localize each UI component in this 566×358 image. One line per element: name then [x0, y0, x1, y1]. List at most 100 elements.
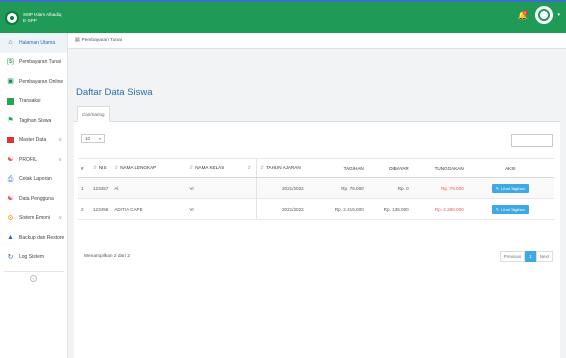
- table-header-row: # ⇵ NIS ⇵ NAMA LENGKAP ⇵ NAMA KELAS ⇵ ⇵ TAHU…: [78, 158, 554, 178]
- student-table: # ⇵ NIS ⇵ NAMA LENGKAP ⇵ NAMA KELAS ⇵ ⇵ TAHU…: [78, 158, 554, 220]
- page-length-value: 10: [85, 136, 91, 141]
- col-kelas-label: NAMA KELAS: [195, 165, 225, 170]
- sidebar-item-label: Sistem Emoni: [19, 215, 50, 222]
- sidebar-item-label: Tagihan Siswa: [19, 117, 52, 124]
- col-tahun[interactable]: ⇵ TAHUN AJARAN: [256, 158, 307, 178]
- col-nama-label: NAMA LENGKAP: [120, 165, 157, 170]
- sidebar-item-backup-restore[interactable]: ▲ Backup dan Restore: [0, 228, 67, 248]
- page-length-select[interactable]: 10 ▾: [81, 134, 105, 143]
- table-panel: 10 ▾ # ⇵ NIS ⇵ NAMA LENGKAP ⇵ NAMA KELAS ⇵ …: [74, 122, 560, 358]
- sidebar-item-pembayaran-online[interactable]: ▣ Pembayaran Online ∨: [0, 72, 67, 92]
- sidebar-item-tagihan-siswa[interactable]: ⚑ Tagihan Siswa: [0, 111, 67, 131]
- cell-tunggakan: Rp. 2.280.000: [411, 198, 467, 220]
- school-logo: [5, 10, 19, 25]
- col-kelas[interactable]: ⇵ NAMA KELAS: [186, 158, 245, 178]
- breadcrumb: ▤ Pembayaran Tunai: [68, 33, 566, 49]
- cell-extra: [244, 198, 257, 220]
- cell-tagihan: Rp. 2.415.000: [306, 198, 367, 220]
- sidebar-item-log-sistem[interactable]: ↻ Log Sistem: [0, 248, 67, 268]
- folder-icon: [7, 137, 14, 144]
- home-icon: ⌂: [8, 39, 13, 47]
- cell-kelas: VI: [186, 198, 245, 220]
- previous-page-button[interactable]: Previous: [499, 251, 526, 262]
- lihat-tagihan-button[interactable]: Lihat Tagihan: [491, 204, 529, 214]
- next-page-button[interactable]: Next: [535, 251, 553, 262]
- sidebar-item-label: Master Data: [19, 137, 47, 144]
- cell-no: 1: [78, 177, 90, 199]
- sidebar-item-label: Data Pengguna: [19, 195, 54, 202]
- col-tunggakan[interactable]: TUNGGAKAN: [411, 158, 467, 178]
- chevron-down-icon: ∨: [58, 156, 62, 163]
- col-aksi: AKSI: [466, 158, 554, 178]
- sidebar-item-pembayaran-tunai[interactable]: [$] Pembayaran Tunai: [0, 53, 67, 73]
- pagination: Previous 1 Next: [499, 251, 553, 262]
- brand-subtitle: E-SPP: [23, 17, 37, 23]
- col-no[interactable]: #: [78, 158, 90, 178]
- notification-bell-icon[interactable]: 🔔 0: [518, 9, 528, 20]
- cell-nis: 123456: [90, 198, 112, 220]
- table-row: 1 123457 Al VI 2021/2022 Rp. 75.000 Rp. …: [78, 177, 554, 199]
- brand-text: SMP Islam Albadiq E-SPP: [23, 12, 61, 24]
- cash-icon: [$]: [7, 58, 14, 65]
- sidebar-item-label: Backup dan Restore: [19, 234, 65, 241]
- cell-nama: ADITIA CAPE: [111, 198, 187, 220]
- lihat-tagihan-button[interactable]: Lihat Tagihan: [491, 183, 529, 193]
- sidebar-item-master-data[interactable]: Master Data ∨: [0, 131, 67, 151]
- table-info: Menampilkan 2 dari 2: [84, 254, 130, 259]
- cell-extra: [244, 177, 257, 199]
- breadcrumb-item[interactable]: Pembayaran Tunai: [82, 38, 122, 43]
- users-icon: ☯: [7, 195, 14, 203]
- sidebar-item-label: Transaksi: [19, 98, 41, 105]
- page-title: Daftar Data Siswa: [76, 87, 153, 98]
- cell-no: 2: [78, 198, 90, 220]
- sidebar-item-halaman-utama[interactable]: ⌂ Halaman Utama: [0, 33, 67, 53]
- user-menu-caret-icon[interactable]: ▾: [557, 12, 560, 18]
- cell-dibayar: Rp. 135.000: [366, 198, 412, 220]
- gear-icon: ⚙: [7, 214, 14, 222]
- sidebar-item-label: Pembayaran Tunai: [19, 59, 61, 66]
- cell-tunggakan: Rp. 75.000: [411, 177, 467, 199]
- chevron-down-icon: ∨: [58, 137, 62, 144]
- page-1-button[interactable]: 1: [525, 251, 536, 262]
- col-tagihan[interactable]: TAGIHAN: [306, 158, 367, 178]
- tag-icon: ⚑: [7, 117, 14, 125]
- sidebar-item-sistem-emoni[interactable]: ⚙ Sistem Emoni ∨: [0, 209, 67, 229]
- user-avatar[interactable]: [535, 6, 554, 24]
- sidebar: ⌂ Halaman Utama [$] Pembayaran Tunai ▣ P…: [0, 33, 68, 358]
- tab-bar: Cari/Saring: [74, 105, 560, 122]
- col-tahun-label: TAHUN AJARAN: [266, 165, 301, 170]
- col-extra[interactable]: ⇵: [244, 158, 257, 178]
- tab-cari-saring[interactable]: Cari/Saring: [77, 106, 110, 122]
- cell-aksi: Lihat Tagihan: [466, 198, 554, 220]
- sidebar-item-profil[interactable]: ☯ PROFIL ∨: [0, 150, 67, 170]
- chevron-down-icon: ▾: [98, 136, 101, 141]
- history-icon: ↻: [7, 253, 14, 261]
- cell-dibayar: Rp. 0: [366, 177, 412, 199]
- col-nis[interactable]: ⇵ NIS: [90, 158, 112, 178]
- main-content: Daftar Data Siswa Cari/Saring 10 ▾ # ⇵ NI…: [68, 49, 566, 358]
- sidebar-item-label: Log Sistem: [19, 254, 45, 261]
- sidebar-item-cetak-laporan[interactable]: ⎙ Cetak Laporan: [0, 170, 67, 190]
- cell-nama: Al: [111, 177, 187, 199]
- navbar-right: 🔔 0 ▾: [518, 6, 560, 24]
- book-icon: [7, 97, 14, 105]
- col-nama[interactable]: ⇵ NAMA LENGKAP: [111, 158, 187, 178]
- cell-kelas: VI: [186, 177, 245, 199]
- search-input[interactable]: [511, 134, 553, 147]
- sidebar-item-data-pengguna[interactable]: ☯ Data Pengguna: [0, 189, 67, 209]
- chevron-down-icon: ∨: [58, 215, 62, 222]
- cell-nis: 123457: [90, 177, 112, 199]
- cash-icon: ▤: [75, 38, 80, 43]
- brand[interactable]: SMP Islam Albadiq E-SPP: [0, 2, 68, 33]
- collapse-sidebar-icon[interactable]: ‹: [30, 275, 37, 282]
- sidebar-item-label: Cetak Laporan: [19, 176, 52, 183]
- brand-name: SMP Islam Albadiq: [23, 11, 62, 17]
- backup-icon: ▲: [7, 234, 14, 242]
- sidebar-collapse: ‹: [3, 271, 64, 282]
- users-icon: ☯: [7, 156, 14, 164]
- cell-tagihan: Rp. 75.000: [306, 177, 367, 199]
- sidebar-item-transaksi[interactable]: Transaksi: [0, 92, 67, 112]
- col-dibayar[interactable]: DIBAYAR: [366, 158, 412, 178]
- sidebar-item-label: Pembayaran Online: [19, 78, 64, 85]
- print-icon: ⎙: [7, 175, 14, 183]
